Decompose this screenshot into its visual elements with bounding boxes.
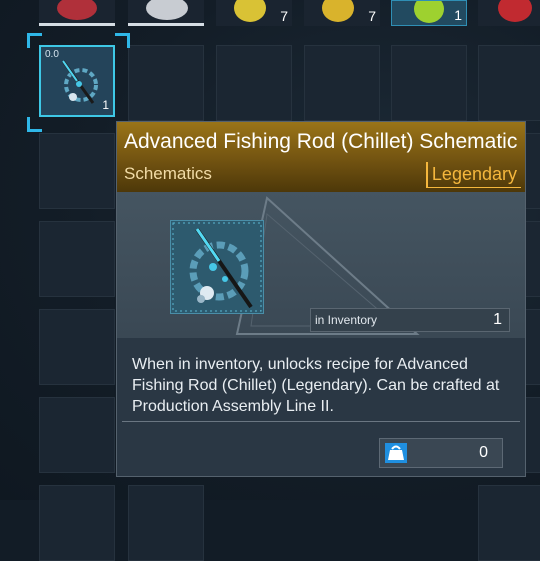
item-icon <box>234 0 266 22</box>
fishing-rod-schematic-icon <box>61 60 98 104</box>
item-count: 7 <box>368 8 376 24</box>
item-icon <box>414 1 444 23</box>
selection-corner <box>115 33 130 48</box>
weight-icon <box>385 443 407 463</box>
item-count: 7 <box>280 8 288 24</box>
inventory-slot[interactable] <box>39 309 115 385</box>
slot-underline <box>128 23 204 26</box>
slot-underline <box>39 23 115 26</box>
item-large-icon-frame <box>170 220 264 314</box>
item-icon <box>322 0 354 22</box>
inventory-slot[interactable]: 1 <box>478 0 540 26</box>
item-icon <box>146 0 188 20</box>
inventory-slot[interactable] <box>216 45 292 121</box>
inventory-slot[interactable]: 1 <box>391 0 467 26</box>
inventory-slot[interactable] <box>304 45 380 121</box>
item-icon <box>498 0 532 22</box>
inventory-slot[interactable] <box>39 397 115 473</box>
inventory-label: in Inventory <box>315 313 378 327</box>
divider <box>122 421 520 422</box>
slot-count: 1 <box>102 98 109 112</box>
inventory-count-box: in Inventory 1 <box>310 308 510 332</box>
item-title: Advanced Fishing Rod (Chillet) Schematic <box>124 130 518 153</box>
inventory-slot[interactable] <box>478 45 540 121</box>
price-value: 0 <box>479 444 488 461</box>
item-tooltip: Advanced Fishing Rod (Chillet) Schematic… <box>116 121 526 477</box>
rarity-badge: Legendary <box>425 162 521 188</box>
inventory-slot[interactable] <box>478 485 540 561</box>
tooltip-image-area: in Inventory 1 <box>117 192 525 338</box>
inventory-slot[interactable] <box>39 133 115 209</box>
inventory-count: 1 <box>493 311 502 328</box>
inventory-slot[interactable] <box>128 45 204 121</box>
inventory-slot[interactable] <box>128 485 204 561</box>
fishing-rod-schematic-icon <box>172 222 262 312</box>
item-category: Schematics <box>124 164 212 183</box>
inventory-slot[interactable]: 7 <box>304 0 380 26</box>
item-count: 1 <box>454 7 462 23</box>
inventory-slot[interactable] <box>391 45 467 121</box>
selected-inventory-slot[interactable]: 0.0 1 <box>39 45 115 117</box>
inventory-slot[interactable] <box>39 485 115 561</box>
inventory-slot[interactable] <box>128 0 204 26</box>
inventory-slot[interactable] <box>39 0 115 26</box>
tooltip-header: Advanced Fishing Rod (Chillet) Schematic… <box>117 122 525 192</box>
item-description: When in inventory, unlocks recipe for Ad… <box>132 356 500 415</box>
inventory-slot[interactable]: 7 <box>216 0 292 26</box>
price-box: 0 <box>379 438 503 468</box>
selection-corner <box>27 33 42 48</box>
item-icon <box>57 0 97 20</box>
inventory-slot[interactable] <box>39 221 115 297</box>
selection-corner <box>27 117 42 132</box>
